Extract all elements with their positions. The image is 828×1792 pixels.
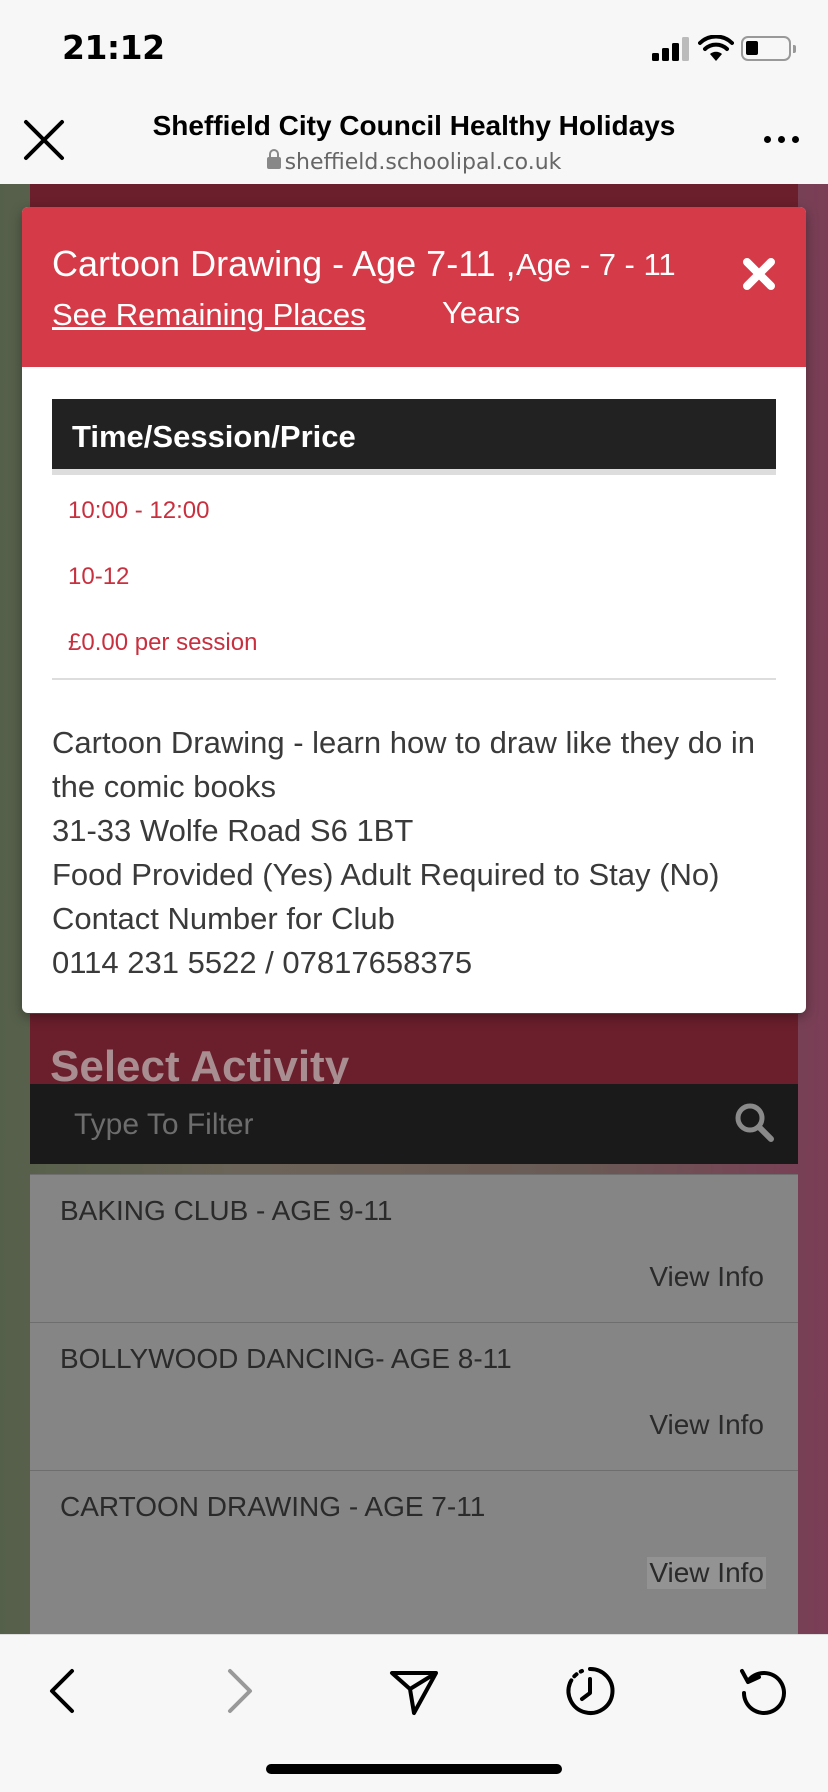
activity-list: BAKING CLUB - AGE 9-11 View Info BOLLYWO… [30,1174,798,1634]
description-line: the comic books [52,769,276,804]
activity-description: Cartoon Drawing - learn how to draw like… [52,721,792,985]
filter-bar[interactable]: Type To Filter [30,1084,798,1164]
home-indicator[interactable] [266,1764,562,1774]
wifi-icon [698,35,734,61]
view-info-link[interactable]: View Info [647,1261,766,1293]
activity-name: BOLLYWOOD DANCING- AGE 8-11 [60,1343,512,1374]
description-line: Contact Number for Club [52,901,395,936]
url-text: sheffield.schoolipal.co.uk [284,150,562,175]
browser-header: Sheffield City Council Healthy Holidays … [0,100,828,184]
modal-close-icon[interactable] [740,255,778,293]
modal-title: Cartoon Drawing - Age 7-11 , [52,243,516,284]
list-item[interactable]: BAKING CLUB - AGE 9-11 View Info [30,1174,798,1322]
page-title: Sheffield City Council Healthy Holidays [152,110,676,141]
see-remaining-places-link[interactable]: See Remaining Places [52,297,366,333]
modal-header: Cartoon Drawing - Age 7-11 , Age - 7 - 1… [22,207,806,367]
modal-age: Age - 7 - 11 [516,247,676,282]
description-line: 31-33 Wolfe Road S6 1BT [52,813,414,848]
session-price[interactable]: £0.00 per session [68,629,257,657]
modal-age-unit: Years [442,295,521,330]
divider [52,678,776,680]
page-url: sheffield.schoolipal.co.uk [100,149,728,175]
session-time[interactable]: 10:00 - 12:00 [68,497,209,525]
search-icon[interactable] [734,1102,774,1142]
more-options-icon[interactable] [764,132,800,144]
description-line: 0114 231 5522 / 07817658375 [52,945,473,980]
back-icon[interactable] [36,1663,92,1719]
list-item[interactable]: CARTOON DRAWING - AGE 7-11 View Info [30,1470,798,1618]
status-bar: 21:12 [0,0,828,100]
table-header-label: Time/Session/Price [72,419,356,454]
cellular-signal-icon [652,37,690,61]
lock-icon [266,149,281,169]
reload-icon[interactable] [736,1663,792,1719]
status-time: 21:12 [62,28,165,67]
table-header: Time/Session/Price [52,399,776,475]
close-icon[interactable] [22,118,66,162]
view-info-link[interactable]: View Info [647,1557,766,1589]
battery-icon [741,36,796,61]
view-info-link[interactable]: View Info [647,1409,766,1441]
activity-name: BAKING CLUB - AGE 9-11 [60,1195,393,1226]
activity-info-modal: Cartoon Drawing - Age 7-11 , Age - 7 - 1… [22,207,806,1013]
description-line: Cartoon Drawing - learn how to draw like… [52,725,756,760]
description-line: Food Provided (Yes) Adult Required to St… [52,857,720,892]
list-item[interactable]: BOLLYWOOD DANCING- AGE 8-11 View Info [30,1322,798,1470]
activity-name: CARTOON DRAWING - AGE 7-11 [60,1491,486,1522]
history-icon[interactable] [562,1663,618,1719]
filter-input[interactable]: Type To Filter [74,1108,254,1142]
session-name[interactable]: 10-12 [68,563,129,591]
forward-icon[interactable] [210,1663,266,1719]
share-icon[interactable] [386,1663,442,1719]
